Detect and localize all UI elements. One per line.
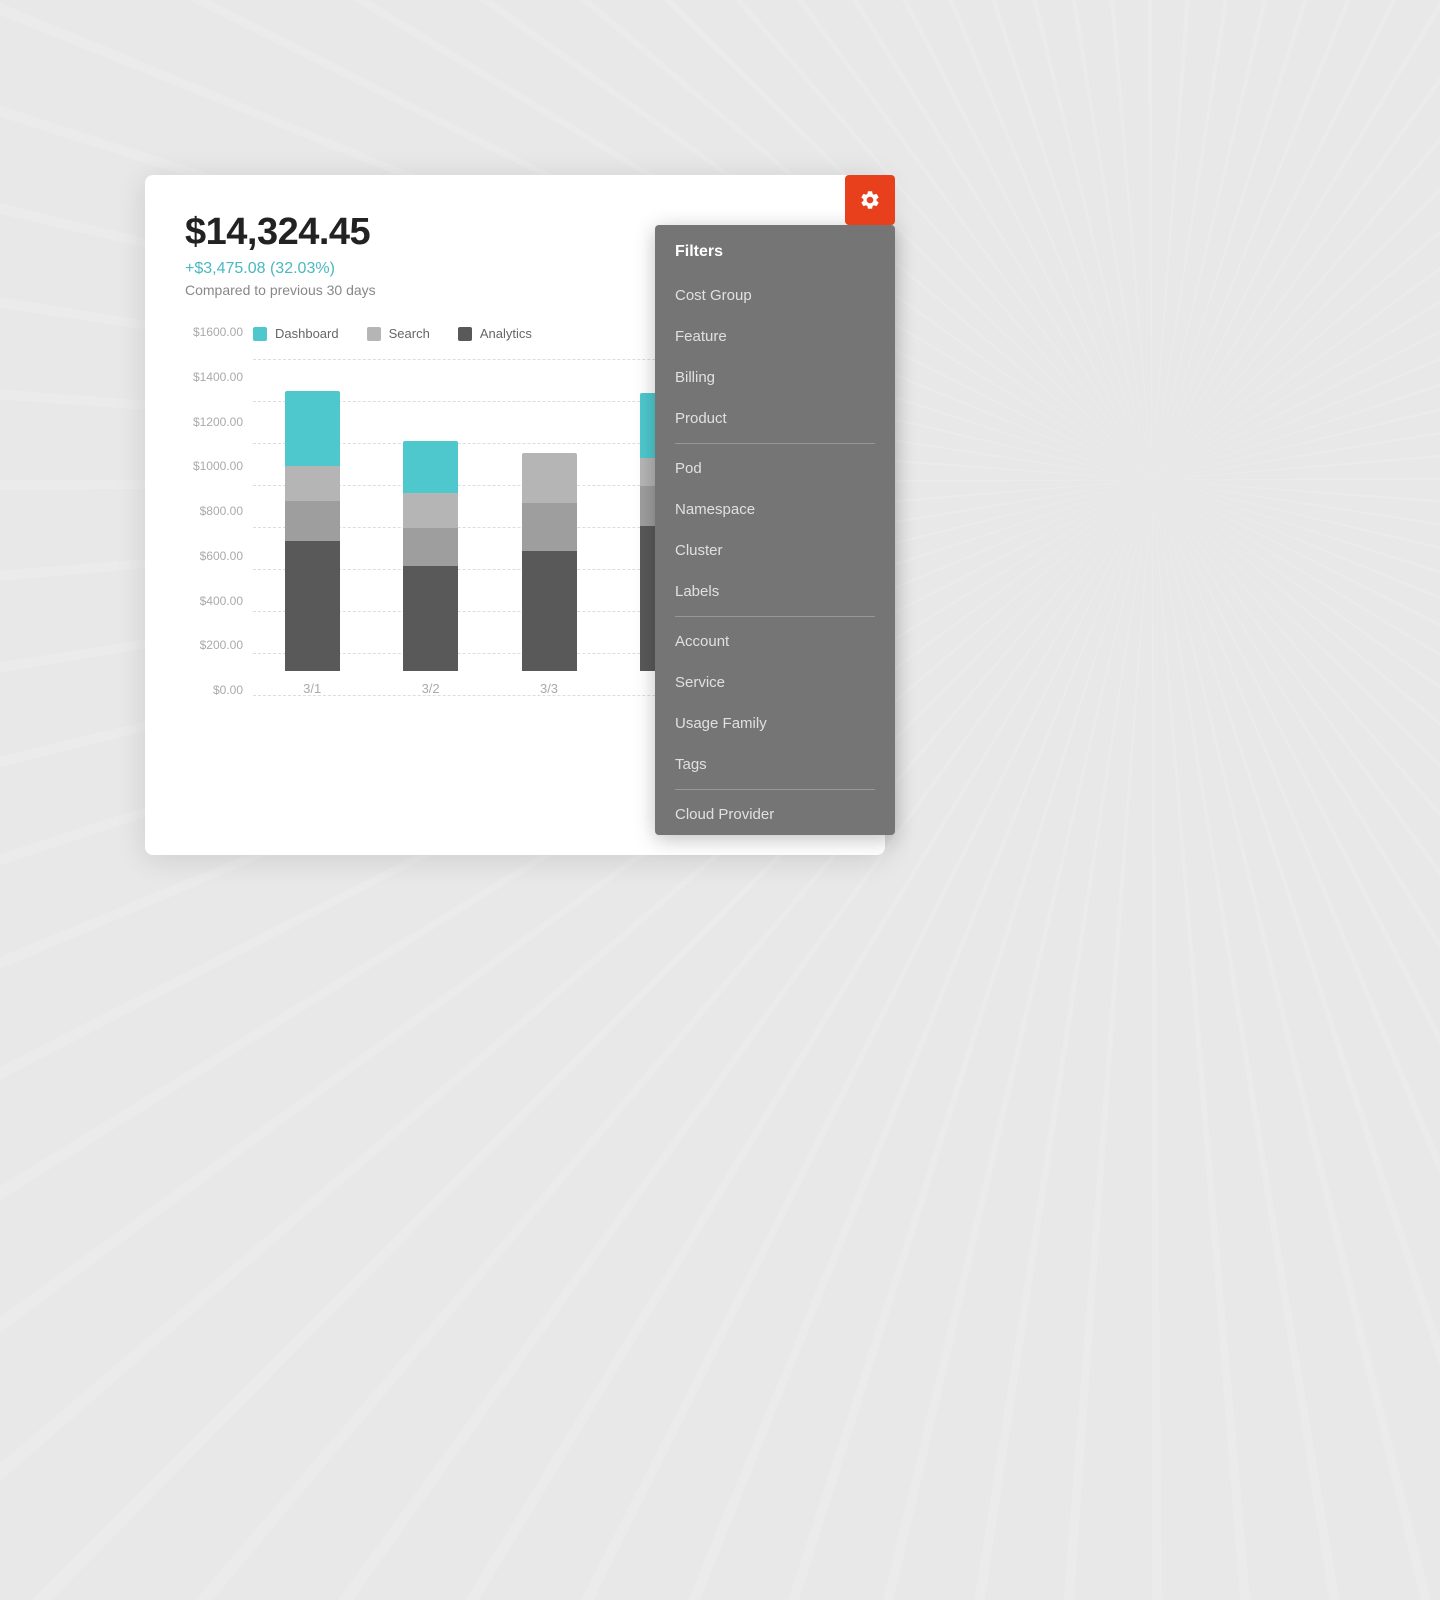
bar-segment-dark: [403, 566, 458, 671]
bar-group: 3/1: [273, 391, 351, 696]
y-label: $1000.00: [185, 460, 253, 472]
y-label: $0.00: [185, 684, 253, 696]
filter-service[interactable]: Service: [655, 662, 895, 703]
bar-segment-dark: [522, 551, 577, 671]
bar-segment-mid: [403, 528, 458, 566]
filter-namespace[interactable]: Namespace: [655, 489, 895, 530]
bar-segment-dark: [285, 541, 340, 671]
y-label: $1200.00: [185, 416, 253, 428]
y-label: $600.00: [185, 550, 253, 562]
filter-product[interactable]: Product: [655, 398, 895, 439]
y-label: $800.00: [185, 505, 253, 517]
bar-group: 3/3: [510, 453, 588, 696]
bar-segment-light: [285, 466, 340, 501]
bar-segment-teal: [403, 441, 458, 493]
stacked-bar: [522, 453, 577, 671]
settings-button[interactable]: [845, 175, 895, 225]
filter-tags[interactable]: Tags: [655, 744, 895, 785]
filter-divider: [675, 789, 875, 790]
filter-cluster[interactable]: Cluster: [655, 530, 895, 571]
filter-cloud-provider[interactable]: Cloud Provider: [655, 794, 895, 835]
filters-panel: Filters Cost Group Feature Billing Produ…: [655, 225, 895, 835]
y-label: $400.00: [185, 595, 253, 607]
stacked-bar: [403, 441, 458, 671]
gear-icon: [859, 189, 881, 211]
bar-segment-teal: [285, 391, 340, 466]
filter-divider: [675, 616, 875, 617]
bar-segment-light: [403, 493, 458, 528]
y-axis: $0.00 $200.00 $400.00 $600.00 $800.00 $1…: [185, 326, 253, 696]
filter-billing[interactable]: Billing: [655, 357, 895, 398]
bar-group: 3/2: [391, 441, 469, 696]
x-label: 3/2: [422, 681, 440, 696]
filters-title: Filters: [655, 225, 895, 275]
y-label: $200.00: [185, 639, 253, 651]
stacked-bar: [285, 391, 340, 671]
bar-segment-light: [522, 453, 577, 503]
filter-account[interactable]: Account: [655, 621, 895, 662]
filter-cost-group[interactable]: Cost Group: [655, 275, 895, 316]
bar-segment-mid: [522, 503, 577, 551]
y-label: $1600.00: [185, 326, 253, 338]
filter-pod[interactable]: Pod: [655, 448, 895, 489]
x-label: 3/3: [540, 681, 558, 696]
filter-feature[interactable]: Feature: [655, 316, 895, 357]
filter-labels[interactable]: Labels: [655, 571, 895, 612]
filter-usage-family[interactable]: Usage Family: [655, 703, 895, 744]
filter-divider: [675, 443, 875, 444]
y-label: $1400.00: [185, 371, 253, 383]
bar-segment-mid: [285, 501, 340, 541]
x-label: 3/1: [303, 681, 321, 696]
